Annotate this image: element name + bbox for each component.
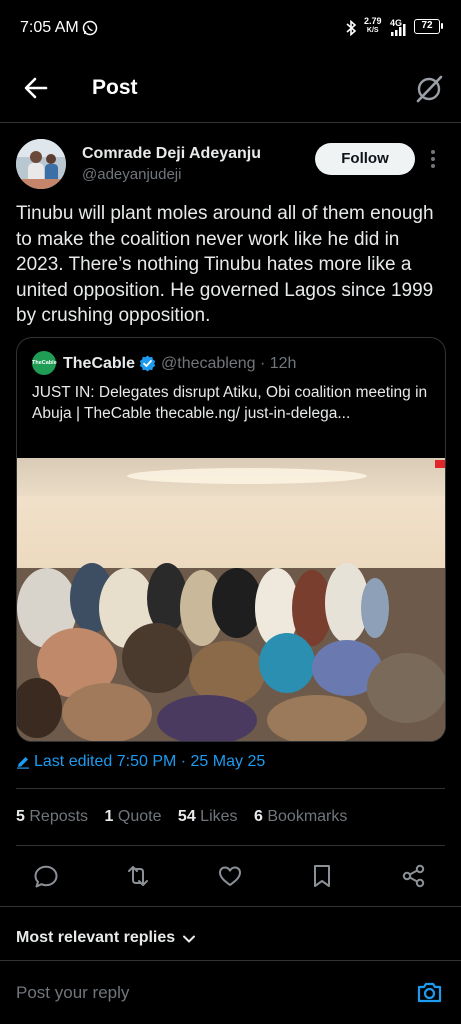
author-name[interactable]: Comrade Deji Adeyanju: [82, 145, 261, 163]
quoted-handle-time: @thecableng · 12h: [161, 355, 297, 372]
whatsapp-icon: [82, 20, 98, 36]
grok-icon[interactable]: [414, 74, 444, 104]
signal-icon: [391, 24, 406, 36]
repost-icon[interactable]: [124, 862, 152, 890]
battery-indicator: 72: [414, 19, 443, 34]
quoted-post[interactable]: TheCable TheCable @thecableng · 12h JUST…: [16, 337, 446, 742]
recording-indicator: [435, 460, 445, 468]
likes-stat[interactable]: 54 Likes: [178, 808, 238, 825]
quoted-video-thumbnail[interactable]: [17, 458, 445, 741]
bluetooth-icon: [346, 19, 357, 37]
divider: [0, 906, 461, 907]
camera-icon[interactable]: [416, 980, 443, 1004]
reply-input[interactable]: [16, 980, 396, 1006]
replies-sort-dropdown[interactable]: Most relevant replies: [16, 929, 175, 947]
like-icon[interactable]: [216, 862, 244, 890]
divider: [16, 845, 445, 846]
header-divider: [0, 122, 461, 123]
author-handle[interactable]: @adeyanjudeji: [82, 166, 181, 183]
status-bar: 7:05 AM 2.79 K/S 4G 72: [0, 0, 461, 56]
edit-pencil-icon: [17, 757, 29, 769]
status-time: 7:05 AM: [20, 19, 79, 36]
avatar[interactable]: [16, 139, 66, 189]
divider: [0, 960, 461, 961]
divider: [16, 788, 445, 789]
reposts-stat[interactable]: 5 Reposts: [16, 808, 88, 825]
post-text: Tinubu will plant moles around all of th…: [16, 203, 434, 326]
arrow-left-icon[interactable]: [22, 74, 50, 102]
chevron-down-icon[interactable]: [182, 932, 196, 946]
quoted-author-name: TheCable: [63, 355, 136, 372]
quotes-stat[interactable]: 1 Quote: [105, 808, 162, 825]
share-icon[interactable]: [400, 862, 428, 890]
bookmarks-stat[interactable]: 6 Bookmarks: [254, 808, 347, 825]
engagement-stats: 5 Reposts 1 Quote 54 Likes 6 Bookmarks: [16, 808, 359, 826]
page-title: Post: [92, 76, 138, 99]
network-speed: 2.79 K/S: [364, 16, 382, 35]
thecable-logo: TheCable: [32, 351, 57, 375]
verified-badge-icon: [139, 355, 156, 372]
reply-icon[interactable]: [32, 862, 60, 890]
follow-button[interactable]: Follow: [315, 143, 415, 175]
last-edited-link[interactable]: Last edited 7:50 PM · 25 May 25: [34, 753, 265, 771]
more-options-icon[interactable]: [430, 149, 436, 169]
bookmark-icon[interactable]: [308, 862, 336, 890]
quoted-text: JUST IN: Delegates disrupt Atiku, Obi co…: [32, 384, 428, 422]
